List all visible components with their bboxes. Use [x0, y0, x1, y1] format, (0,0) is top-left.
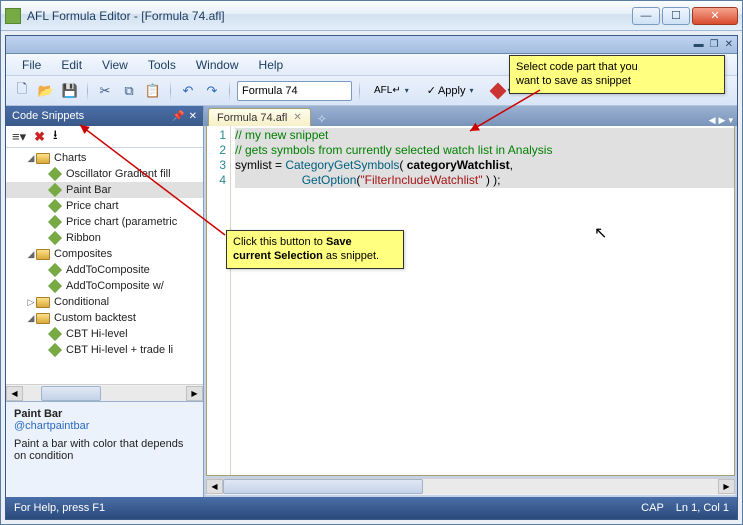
- code-editor[interactable]: // my new snippet // gets symbols from c…: [231, 126, 734, 475]
- tab-prev-icon[interactable]: ◀: [709, 115, 716, 126]
- scroll-left-icon[interactable]: ◀: [6, 386, 23, 401]
- diamond-icon: [489, 82, 506, 99]
- menu-edit[interactable]: Edit: [53, 56, 90, 74]
- tab-list-icon[interactable]: ▾: [728, 115, 733, 126]
- status-cap: CAP: [641, 502, 664, 514]
- editor-tab[interactable]: Formula 74.afl ✕: [208, 108, 311, 126]
- folder-icon: [36, 313, 50, 324]
- scroll-right-icon[interactable]: ▶: [186, 386, 203, 401]
- tab-next-icon[interactable]: ▶: [719, 115, 726, 126]
- tree-folder-custom-backtest[interactable]: ◢Custom backtest: [6, 310, 203, 326]
- tab-label: Formula 74.afl: [217, 112, 287, 124]
- desc-text: Paint a bar with color that depends on c…: [14, 438, 195, 462]
- folder-icon: [36, 249, 50, 260]
- tree-folder-charts[interactable]: ◢Charts: [6, 150, 203, 166]
- tree-item-selected[interactable]: Paint Bar: [6, 182, 203, 198]
- snippet-icon: [48, 343, 62, 357]
- app-icon: [5, 8, 21, 24]
- snippet-toolbar: ≡▾ ✖ ⭳: [6, 126, 203, 148]
- tree-item[interactable]: AddToComposite: [6, 262, 203, 278]
- tree-item[interactable]: Ribbon: [6, 230, 203, 246]
- sidebar-header: Code Snippets 📌 ✕: [6, 106, 203, 126]
- close-button[interactable]: ✕: [692, 7, 738, 25]
- scroll-left-icon[interactable]: ◀: [206, 479, 223, 494]
- snippet-icon: [48, 183, 62, 197]
- status-position: Ln 1, Col 1: [676, 502, 729, 514]
- tree-item[interactable]: Price chart: [6, 198, 203, 214]
- snippet-icon: [48, 167, 62, 181]
- sidebar-title: Code Snippets: [12, 110, 84, 122]
- menu-view[interactable]: View: [94, 56, 136, 74]
- cut-icon[interactable]: ✂: [95, 81, 115, 101]
- snippet-icon: [48, 199, 62, 213]
- callout-mid: Click this button to Save current Select…: [226, 230, 404, 269]
- tree-item[interactable]: Price chart (parametric: [6, 214, 203, 230]
- tab-add-icon[interactable]: ✧: [317, 112, 327, 126]
- maximize-button[interactable]: ☐: [662, 7, 690, 25]
- formula-name-input[interactable]: [237, 81, 352, 101]
- callout-top: Select code part that youwant to save as…: [509, 55, 725, 94]
- redo-icon[interactable]: ↷: [202, 81, 222, 101]
- status-help: For Help, press F1: [14, 502, 105, 514]
- tree-folder-conditional[interactable]: ▷Conditional: [6, 294, 203, 310]
- snippet-icon: [48, 327, 62, 341]
- mdi-minimize-icon[interactable]: ▬: [694, 39, 704, 50]
- verify-button[interactable]: AFL↵▾: [367, 81, 416, 101]
- snippet-icon: [48, 215, 62, 229]
- snippet-icon: [48, 279, 62, 293]
- folder-icon: [36, 297, 50, 308]
- snippet-save-button[interactable]: ⭳: [53, 126, 58, 148]
- scroll-thumb[interactable]: [223, 479, 423, 494]
- statusbar: For Help, press F1 CAP Ln 1, Col 1: [6, 497, 737, 519]
- window-title: AFL Formula Editor - [Formula 74.afl]: [27, 9, 632, 23]
- tree-folder-composites[interactable]: ◢Composites: [6, 246, 203, 262]
- save-icon[interactable]: 💾: [60, 81, 80, 101]
- tree-item[interactable]: CBT Hi-level + trade li: [6, 342, 203, 358]
- undo-icon[interactable]: ↶: [178, 81, 198, 101]
- menu-window[interactable]: Window: [188, 56, 247, 74]
- line-gutter: 1234: [207, 126, 231, 475]
- desc-heading: Paint Bar: [14, 408, 195, 420]
- sidebar-close-icon[interactable]: ✕: [189, 111, 197, 122]
- tree-item[interactable]: AddToComposite w/: [6, 278, 203, 294]
- titlebar[interactable]: AFL Formula Editor - [Formula 74.afl] — …: [1, 1, 742, 31]
- snippet-icon: [48, 263, 62, 277]
- menu-file[interactable]: File: [14, 56, 49, 74]
- apply-button[interactable]: ✓Apply▾: [420, 81, 481, 101]
- open-icon[interactable]: 📂: [36, 81, 56, 101]
- snippet-tree[interactable]: ◢Charts Oscillator Gradient fill Paint B…: [6, 148, 203, 384]
- snippet-menu-button[interactable]: ≡▾: [12, 129, 26, 145]
- copy-icon[interactable]: ⧉: [119, 81, 139, 101]
- new-icon[interactable]: 🗋: [12, 81, 32, 101]
- snippet-icon: [48, 231, 62, 245]
- menu-help[interactable]: Help: [251, 56, 292, 74]
- mdi-restore-icon[interactable]: ❐: [710, 39, 719, 50]
- desc-handle: @chartpaintbar: [14, 420, 195, 432]
- tree-item[interactable]: Oscillator Gradient fill: [6, 166, 203, 182]
- editor-tabbar: Formula 74.afl ✕ ✧ ◀ ▶ ▾: [204, 106, 737, 126]
- snippet-description: Paint Bar @chartpaintbar Paint a bar wit…: [6, 401, 203, 497]
- tree-hscroll[interactable]: ◀ ▶: [6, 384, 203, 401]
- sidebar: Code Snippets 📌 ✕ ≡▾ ✖ ⭳ ◢Charts Oscilla…: [6, 106, 204, 497]
- tab-close-icon[interactable]: ✕: [293, 112, 301, 123]
- menu-tools[interactable]: Tools: [140, 56, 184, 74]
- editor-hscroll[interactable]: ◀ ▶: [206, 478, 735, 495]
- sidebar-pin-icon[interactable]: 📌: [172, 111, 184, 122]
- folder-icon: [36, 153, 50, 164]
- scroll-right-icon[interactable]: ▶: [718, 479, 735, 494]
- mdi-controls: ▬ ❐ ✕: [6, 36, 737, 54]
- minimize-button[interactable]: —: [632, 7, 660, 25]
- scroll-thumb[interactable]: [41, 386, 101, 401]
- editor-area: Formula 74.afl ✕ ✧ ◀ ▶ ▾ 1234: [204, 106, 737, 497]
- paste-icon[interactable]: 📋: [143, 81, 163, 101]
- tree-item[interactable]: CBT Hi-level: [6, 326, 203, 342]
- mdi-close-icon[interactable]: ✕: [725, 39, 733, 50]
- snippet-delete-button[interactable]: ✖: [34, 129, 45, 145]
